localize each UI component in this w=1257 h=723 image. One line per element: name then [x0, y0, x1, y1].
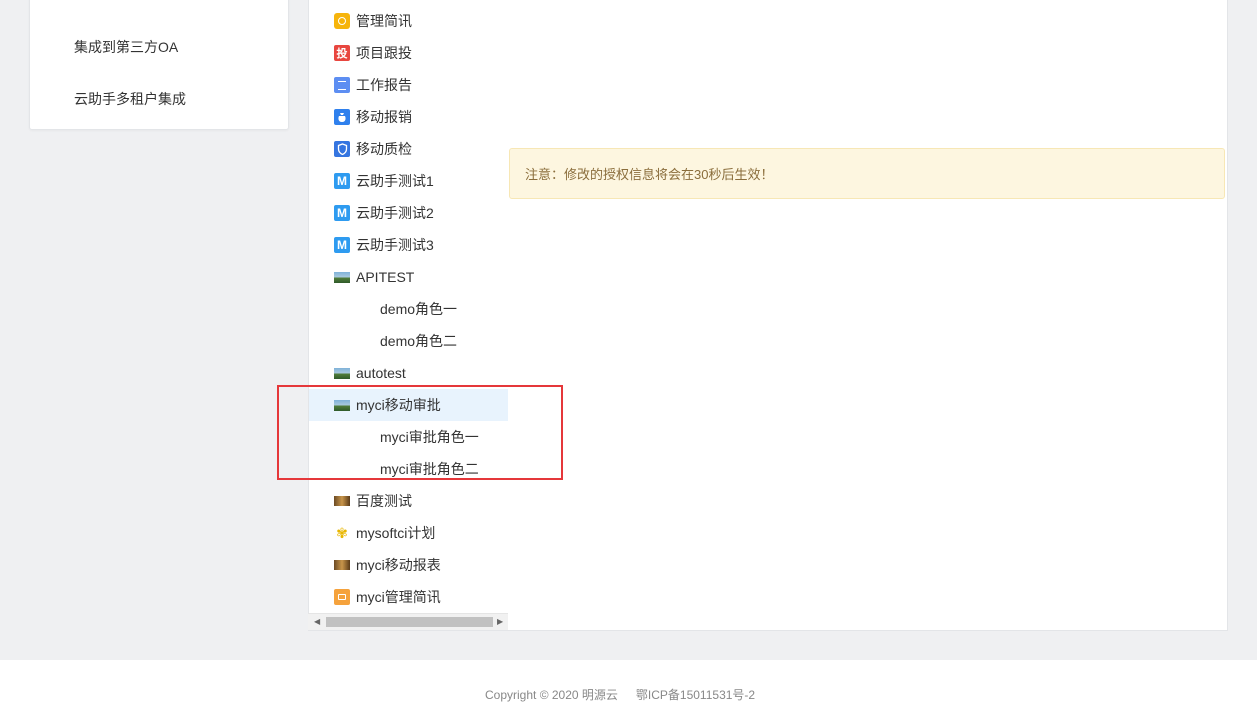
tree-item-label: 管理简讯: [356, 13, 412, 29]
tree-item-app[interactable]: autotest: [309, 357, 508, 389]
scroll-right-arrow-icon[interactable]: ▶: [497, 617, 503, 626]
m-app-icon: M: [334, 205, 350, 221]
document-app-icon: [334, 77, 350, 93]
film-app-icon: [334, 496, 350, 506]
tree-item-label: 移动质检: [356, 141, 412, 157]
m-app-icon: M: [334, 237, 350, 253]
landscape-app-icon: [334, 367, 350, 379]
tree-item-label: mysoftci计划: [356, 525, 436, 541]
sun-app-icon: [334, 13, 350, 29]
footer-text: Copyright © 2020 明源云 鄂ICP备15011531号-2: [485, 686, 755, 703]
shield-app-icon: [334, 141, 350, 157]
main-content-panel: [509, 0, 1228, 631]
landscape-app-icon: [334, 271, 350, 283]
menu-item-third-party-oa[interactable]: 集成到第三方OA: [74, 37, 178, 57]
notice-banner: 注意：修改的授权信息将会在30秒后生效！: [509, 148, 1225, 199]
tree-item-app[interactable]: 移动质检: [309, 133, 508, 165]
landscape-app-icon: [334, 399, 350, 411]
film-app-icon: [334, 560, 350, 570]
tree-item-label: 百度测试: [356, 493, 412, 509]
tree-item-label: myci管理简讯: [356, 589, 441, 605]
tree-item-label: 云助手测试1: [356, 173, 434, 189]
tree-item-label: 工作报告: [356, 77, 412, 93]
menu-item-multi-tenant[interactable]: 云助手多租户集成: [74, 89, 186, 109]
tree-item-app[interactable]: myci移动报表: [309, 549, 508, 581]
tree-item-label: 项目跟投: [356, 45, 412, 61]
tree-item-app[interactable]: 工作报告: [309, 69, 508, 101]
notice-text: 注意：修改的授权信息将会在30秒后生效！: [525, 167, 774, 182]
left-menu-card: 集成到第三方OA 云助手多租户集成: [29, 0, 289, 130]
tree-item-label: 云助手测试3: [356, 237, 434, 253]
tree-item-role[interactable]: demo角色一: [309, 293, 508, 325]
tree-item-label: 云助手测试2: [356, 205, 434, 221]
tree-item-role[interactable]: myci审批角色二: [309, 453, 508, 485]
tree-item-app[interactable]: APITEST: [309, 261, 508, 293]
tree-item-app[interactable]: 管理简讯: [309, 5, 508, 37]
copyright-text: Copyright © 2020 明源云: [485, 688, 618, 702]
tree-item-app[interactable]: 投 项目跟投: [309, 37, 508, 69]
tree-item-app[interactable]: 百度测试: [309, 485, 508, 517]
tree-item-role[interactable]: myci审批角色一: [309, 421, 508, 453]
tree-item-app[interactable]: M 云助手测试1: [309, 165, 508, 197]
tou-app-icon: 投: [334, 45, 350, 61]
tree-item-label: APITEST: [356, 269, 415, 285]
tree-item-app[interactable]: ✾ mysoftci计划: [309, 517, 508, 549]
tree-item-label: demo角色一: [380, 301, 458, 317]
tree-item-app[interactable]: 移动报销: [309, 101, 508, 133]
tree-item-label: 移动报销: [356, 109, 412, 125]
tree-item-label: myci移动审批: [356, 397, 441, 413]
calendar-app-icon: [334, 589, 350, 605]
moneybag-app-icon: [334, 109, 350, 125]
scrollbar-thumb[interactable]: [326, 617, 493, 627]
tree-item-label: demo角色二: [380, 333, 458, 349]
scroll-left-arrow-icon[interactable]: ◀: [314, 617, 320, 626]
tree-item-label: myci审批角色二: [380, 461, 479, 477]
tree-item-app[interactable]: myci管理简讯: [309, 581, 508, 613]
m-app-icon: M: [334, 173, 350, 189]
tree-item-label: autotest: [356, 365, 406, 381]
tree-item-label: myci审批角色一: [380, 429, 479, 445]
tree-item-app[interactable]: M 云助手测试2: [309, 197, 508, 229]
tree-item-role[interactable]: demo角色二: [309, 325, 508, 357]
tree-item-label: myci移动报表: [356, 557, 441, 573]
tree-horizontal-scrollbar[interactable]: ◀ ▶: [308, 613, 508, 630]
tree-item-app-selected[interactable]: myci移动审批: [309, 389, 508, 421]
flower-app-icon: ✾: [336, 524, 348, 541]
tree-item-app[interactable]: M 云助手测试3: [309, 229, 508, 261]
icp-link[interactable]: 鄂ICP备15011531号-2: [636, 686, 755, 703]
app-role-tree: 管理简讯 投 项目跟投 工作报告 移动报销 移动质检 M 云助手测试1 M 云助…: [308, 0, 509, 631]
